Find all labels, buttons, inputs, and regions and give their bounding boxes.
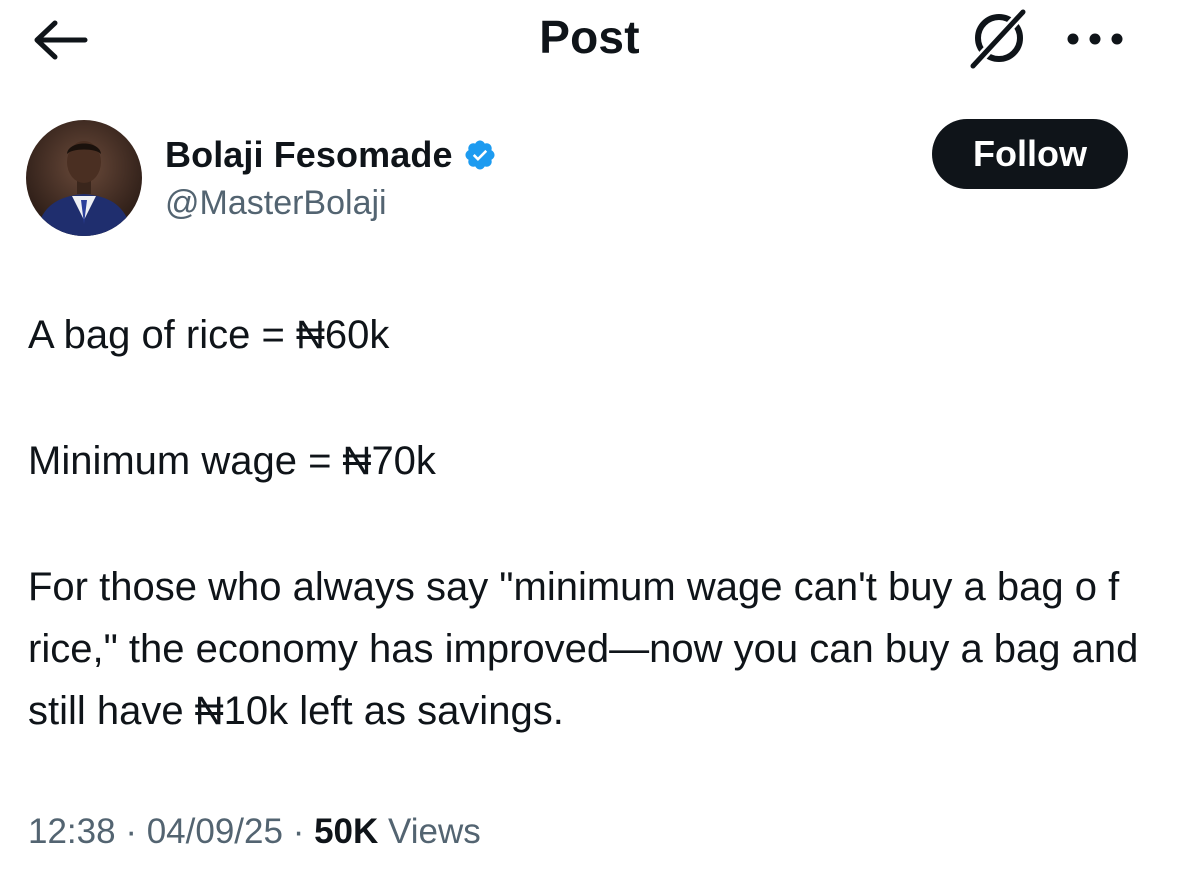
- display-name: Bolaji Fesomade: [165, 134, 453, 175]
- post-meta: 12:38 · 04/09/25 · 50K Views: [28, 812, 481, 852]
- more-horizontal-icon: [1067, 33, 1123, 45]
- meta-separator: ·: [292, 812, 305, 851]
- user-handle[interactable]: @MasterBolaji: [165, 184, 387, 223]
- post-paragraph: A bag of rice = ₦60k: [28, 313, 390, 357]
- display-name-row[interactable]: Bolaji Fesomade: [165, 134, 497, 176]
- follow-button[interactable]: Follow: [932, 119, 1128, 189]
- post-date[interactable]: 04/09/25: [147, 812, 283, 851]
- post-time[interactable]: 12:38: [28, 812, 116, 851]
- post-paragraph: Minimum wage = ₦70k: [28, 439, 436, 483]
- post-paragraph: For those who always say "minimum wage c…: [28, 565, 1139, 733]
- views-count[interactable]: 50K: [314, 812, 378, 851]
- grok-button[interactable]: [962, 4, 1034, 74]
- post-text: A bag of rice = ₦60k Minimum wage = ₦70k…: [28, 304, 1148, 742]
- views-label[interactable]: Views: [388, 812, 481, 851]
- author-row: Bolaji Fesomade @MasterBolaji Follow: [0, 110, 1179, 250]
- grok-icon: [968, 7, 1028, 71]
- meta-separator: ·: [125, 812, 137, 851]
- verified-badge-icon: [463, 138, 497, 172]
- avatar[interactable]: [26, 120, 142, 236]
- more-options-button[interactable]: [1058, 14, 1132, 64]
- avatar-image: [26, 120, 142, 236]
- top-bar: Post: [0, 0, 1179, 80]
